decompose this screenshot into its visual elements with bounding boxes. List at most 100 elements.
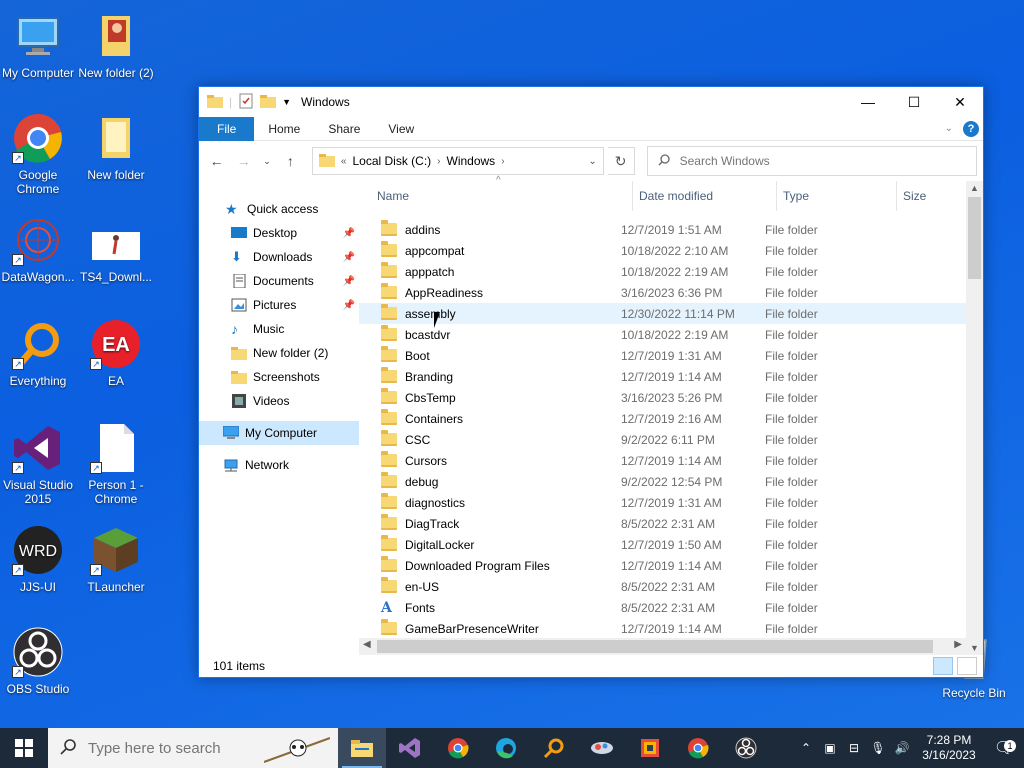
large-icons-view-button[interactable]	[957, 657, 977, 675]
table-row[interactable]: bcastdvr 10/18/2022 2:19 AM File folder	[359, 324, 983, 345]
nav-desktop[interactable]: Desktop 📌	[199, 221, 359, 245]
table-row[interactable]: apppatch 10/18/2022 2:19 AM File folder	[359, 261, 983, 282]
ethernet-icon[interactable]: ⊟	[842, 741, 866, 755]
nav-documents[interactable]: Documents 📌	[199, 269, 359, 293]
table-row[interactable]: diagnostics 12/7/2019 1:31 AM File folder	[359, 492, 983, 513]
up-button[interactable]: ↑	[279, 153, 302, 169]
customize-toolbar-icon[interactable]: ▼	[282, 97, 291, 107]
nav-new-folder-2[interactable]: New folder (2)	[199, 341, 359, 365]
table-row[interactable]: Cursors 12/7/2019 1:14 AM File folder	[359, 450, 983, 471]
taskbar-edge[interactable]	[482, 728, 530, 768]
nav-my-computer[interactable]: My Computer	[199, 421, 359, 445]
table-row[interactable]: CbsTemp 3/16/2023 5:26 PM File folder	[359, 387, 983, 408]
taskbar-app-box[interactable]	[626, 728, 674, 768]
maximize-button[interactable]: ☐	[891, 87, 937, 117]
chevron-right-icon[interactable]: ›	[437, 156, 440, 167]
minimize-button[interactable]: —	[845, 87, 891, 117]
recent-locations-button[interactable]: ⌄	[259, 156, 274, 167]
desktop-icon-jjs-ui[interactable]: WRD ↗ JJS-UI	[0, 524, 76, 594]
desktop-icon-obs-studio[interactable]: ↗ OBS Studio	[0, 626, 76, 696]
desktop-icon-visual-studio[interactable]: ↗ Visual Studio 2015	[0, 422, 76, 506]
desktop-icon-my-computer[interactable]: My Computer	[0, 10, 76, 80]
scrollbar-thumb[interactable]	[377, 640, 933, 653]
pin-icon[interactable]: 📌	[343, 276, 355, 287]
scroll-right-icon[interactable]: ▶	[954, 639, 962, 650]
taskbar-chrome[interactable]	[434, 728, 482, 768]
column-date-modified[interactable]: Date modified	[633, 181, 777, 211]
desktop-icon-new-folder[interactable]: New folder	[78, 112, 154, 182]
desktop-icon-datawagon[interactable]: ↗ DataWagon...	[0, 214, 76, 284]
breadcrumb-local-disk[interactable]: Local Disk (C:)	[352, 154, 431, 168]
vertical-scrollbar[interactable]: ▲ ▼	[966, 181, 983, 655]
search-input[interactable]	[679, 154, 970, 168]
taskbar-visual-studio[interactable]	[386, 728, 434, 768]
details-view-button[interactable]	[933, 657, 953, 675]
tab-home[interactable]: Home	[254, 117, 314, 141]
desktop-icon-google-chrome[interactable]: ↗ Google Chrome	[0, 112, 76, 196]
table-row[interactable]: debug 9/2/2022 12:54 PM File folder	[359, 471, 983, 492]
search-box[interactable]	[646, 146, 977, 176]
address-bar[interactable]: « Local Disk (C:) › Windows › ⌄	[311, 147, 604, 175]
taskbar-search-box[interactable]	[48, 728, 338, 768]
table-row[interactable]: en-US 8/5/2022 2:31 AM File folder	[359, 576, 983, 597]
horizontal-scrollbar[interactable]: ◀ ▶	[359, 638, 966, 655]
table-row[interactable]: Boot 12/7/2019 1:31 AM File folder	[359, 345, 983, 366]
column-type[interactable]: Type	[777, 181, 897, 211]
pin-icon[interactable]: 📌	[343, 300, 355, 311]
table-row[interactable]: Branding 12/7/2019 1:14 AM File folder	[359, 366, 983, 387]
column-size[interactable]: Size	[897, 181, 957, 211]
nav-quick-access[interactable]: ★ Quick access	[199, 197, 359, 221]
breadcrumb-overflow[interactable]: «	[341, 156, 347, 167]
table-row[interactable]: Downloaded Program Files 12/7/2019 1:14 A…	[359, 555, 983, 576]
table-row[interactable]: Containers 12/7/2019 2:16 AM File folder	[359, 408, 983, 429]
forward-button[interactable]: →	[232, 153, 255, 169]
back-button[interactable]: ←	[205, 153, 228, 169]
notification-center-button[interactable]: 🗨 1	[984, 738, 1024, 758]
close-button[interactable]: ✕	[937, 87, 983, 117]
properties-icon[interactable]	[238, 93, 254, 112]
network-status-icon[interactable]: ▣	[818, 741, 842, 755]
microphone-icon[interactable]: 🎙	[866, 741, 890, 755]
taskbar-search-input[interactable]	[88, 739, 268, 757]
tab-share[interactable]: Share	[314, 117, 374, 141]
clock[interactable]: 7:28 PM 3/16/2023	[914, 733, 984, 763]
column-name[interactable]: Name	[377, 181, 633, 211]
taskbar-file-explorer[interactable]	[338, 728, 386, 768]
pin-icon[interactable]: 📌	[343, 252, 355, 263]
chevron-up-icon[interactable]: ⌃	[794, 741, 818, 755]
table-row[interactable]: GameBarPresenceWriter 12/7/2019 1:14 AM Fi…	[359, 618, 983, 639]
desktop-icon-tlauncher[interactable]: ↗ TLauncher	[78, 524, 154, 594]
table-row[interactable]: appcompat 10/18/2022 2:10 AM File folder	[359, 240, 983, 261]
scroll-left-icon[interactable]: ◀	[363, 639, 371, 650]
new-folder-icon[interactable]	[260, 94, 277, 111]
scroll-up-icon[interactable]: ▲	[966, 183, 983, 193]
nav-videos[interactable]: Videos	[199, 389, 359, 413]
desktop-icon-ts4-download[interactable]: TS4_Downl...	[78, 214, 154, 284]
nav-screenshots[interactable]: Screenshots	[199, 365, 359, 389]
tab-view[interactable]: View	[374, 117, 428, 141]
table-row[interactable]: A Fonts 8/5/2022 2:31 AM File folder	[359, 597, 983, 618]
table-row[interactable]: DigitalLocker 12/7/2019 1:50 AM File folde…	[359, 534, 983, 555]
desktop-icon-new-folder-2[interactable]: New folder (2)	[78, 10, 154, 80]
refresh-button[interactable]: ↻	[607, 147, 635, 175]
taskbar-chrome-2[interactable]	[674, 728, 722, 768]
table-row[interactable]: DiagTrack 8/5/2022 2:31 AM File folder	[359, 513, 983, 534]
desktop-icon-person1-chrome[interactable]: ↗ Person 1 - Chrome	[78, 422, 154, 506]
volume-icon[interactable]: 🔊	[890, 741, 914, 755]
title-bar[interactable]: | ▼ Windows — ☐ ✕	[199, 87, 983, 117]
nav-downloads[interactable]: ⬇ Downloads 📌	[199, 245, 359, 269]
table-row[interactable]: CSC 9/2/2022 6:11 PM File folder	[359, 429, 983, 450]
desktop-icon-ea[interactable]: EA ↗ EA	[78, 318, 154, 388]
nav-pictures[interactable]: Pictures 📌	[199, 293, 359, 317]
breadcrumb-windows[interactable]: Windows	[447, 154, 496, 168]
expand-ribbon-icon[interactable]: ⌄	[945, 123, 953, 134]
scrollbar-thumb[interactable]	[968, 197, 981, 279]
table-row[interactable]: AppReadiness 3/16/2023 6:36 PM File folder	[359, 282, 983, 303]
scroll-down-icon[interactable]: ▼	[966, 643, 983, 653]
help-icon[interactable]: ?	[963, 120, 979, 137]
table-row[interactable]: addins 12/7/2019 1:51 AM File folder	[359, 219, 983, 240]
taskbar-app-flower[interactable]	[578, 728, 626, 768]
nav-music[interactable]: ♪ Music	[199, 317, 359, 341]
desktop-icon-everything[interactable]: ↗ Everything	[0, 318, 76, 388]
pin-icon[interactable]: 📌	[343, 228, 355, 239]
